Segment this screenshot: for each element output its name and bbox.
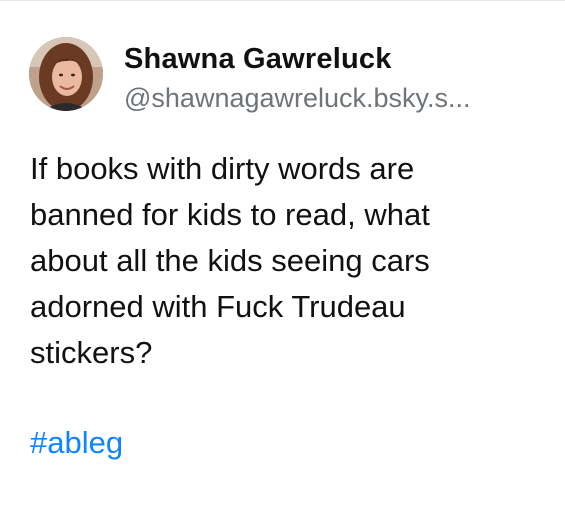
post-text-line: If books with dirty words are <box>30 151 415 186</box>
author-display-name[interactable]: Shawna Gawreluck <box>124 41 392 77</box>
post-text-line: adorned with Fuck Trudeau <box>30 289 406 324</box>
post-text-line: stickers? <box>30 335 153 370</box>
post-text-line: about all the kids seeing cars <box>30 243 430 278</box>
avatar[interactable] <box>29 37 103 111</box>
post-body: If books with dirty words are banned for… <box>30 146 545 376</box>
author-handle[interactable]: @shawnagawreluck.bsky.s... <box>124 81 544 115</box>
avatar-photo-icon <box>29 37 103 111</box>
hashtag-link[interactable]: #ableg <box>30 420 123 466</box>
post-text-line: banned for kids to read, what <box>30 197 430 232</box>
post-card: Shawna Gawreluck @shawnagawreluck.bsky.s… <box>0 0 565 505</box>
